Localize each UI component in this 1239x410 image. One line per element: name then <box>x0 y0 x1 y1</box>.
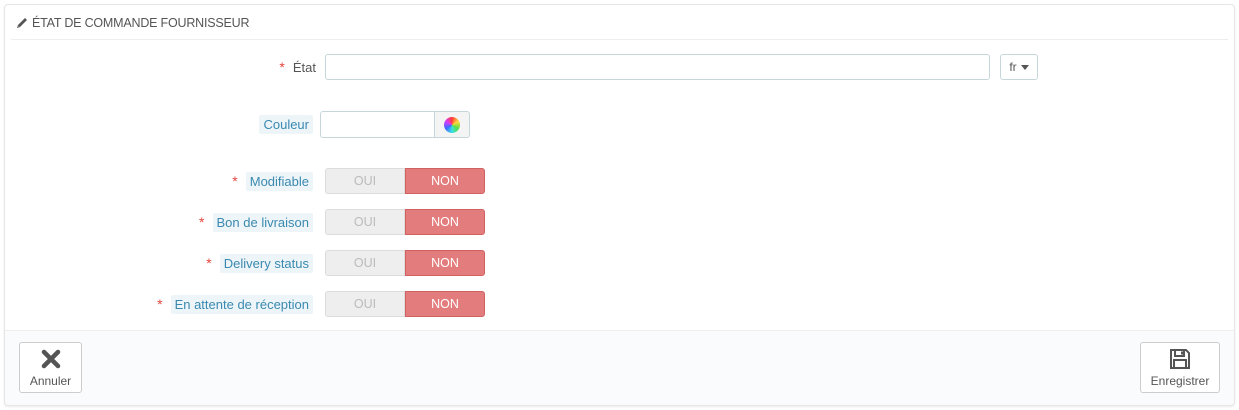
state-label-cell: * État <box>279 54 316 80</box>
pencil-icon <box>17 18 27 28</box>
required-mark: * <box>157 296 163 312</box>
cancel-label: Annuler <box>29 374 72 388</box>
modifiable-switch: OUI NON <box>325 168 485 194</box>
panel-footer: Annuler Enregistrer <box>5 330 1234 405</box>
switch-oui[interactable]: OUI <box>325 250 405 276</box>
required-mark: * <box>279 59 285 75</box>
delivery-note-switch: OUI NON <box>325 209 485 235</box>
caret-down-icon <box>1020 64 1029 70</box>
color-input[interactable] <box>320 111 434 138</box>
close-icon <box>41 349 60 369</box>
language-dropdown[interactable]: fr <box>1000 54 1038 80</box>
awaiting-receipt-switch: OUI NON <box>325 291 485 317</box>
toggle-label-cell: * En attente de réception <box>157 291 313 317</box>
switch-oui[interactable]: OUI <box>325 168 405 194</box>
state-input[interactable] <box>325 54 990 80</box>
modifiable-label: Modifiable <box>245 171 313 191</box>
panel-title: ÉTAT DE COMMANDE FOURNISSEUR <box>32 16 250 30</box>
required-mark: * <box>199 214 205 230</box>
delivery-status-label: Delivery status <box>219 253 313 273</box>
color-picker-button[interactable] <box>434 111 470 138</box>
supplier-order-state-panel: ÉTAT DE COMMANDE FOURNISSEUR * État fr C… <box>4 4 1235 406</box>
awaiting-receipt-label: En attente de réception <box>170 294 313 314</box>
state-label: État <box>292 59 316 75</box>
save-button[interactable]: Enregistrer <box>1140 342 1220 393</box>
language-value: fr <box>1009 60 1017 74</box>
required-mark: * <box>206 255 212 271</box>
switch-non[interactable]: NON <box>405 168 485 194</box>
color-picker <box>320 111 470 138</box>
switch-non[interactable]: NON <box>405 250 485 276</box>
delivery-status-switch: OUI NON <box>325 250 485 276</box>
color-wheel-icon <box>444 116 460 133</box>
toggle-label-cell: * Delivery status <box>206 250 313 276</box>
cancel-button[interactable]: Annuler <box>19 342 82 393</box>
toggle-label-cell: * Modifiable <box>232 168 313 194</box>
save-label: Enregistrer <box>1150 374 1210 388</box>
panel-heading: ÉTAT DE COMMANDE FOURNISSEUR <box>11 7 1228 40</box>
color-label-cell: Couleur <box>259 111 313 138</box>
save-icon <box>1170 349 1190 369</box>
required-mark: * <box>232 173 238 189</box>
switch-non[interactable]: NON <box>405 291 485 317</box>
switch-non[interactable]: NON <box>405 209 485 235</box>
toggle-label-cell: * Bon de livraison <box>199 209 313 235</box>
switch-oui[interactable]: OUI <box>325 209 405 235</box>
color-label: Couleur <box>259 115 313 134</box>
switch-oui[interactable]: OUI <box>325 291 405 317</box>
delivery-note-label: Bon de livraison <box>212 212 313 232</box>
